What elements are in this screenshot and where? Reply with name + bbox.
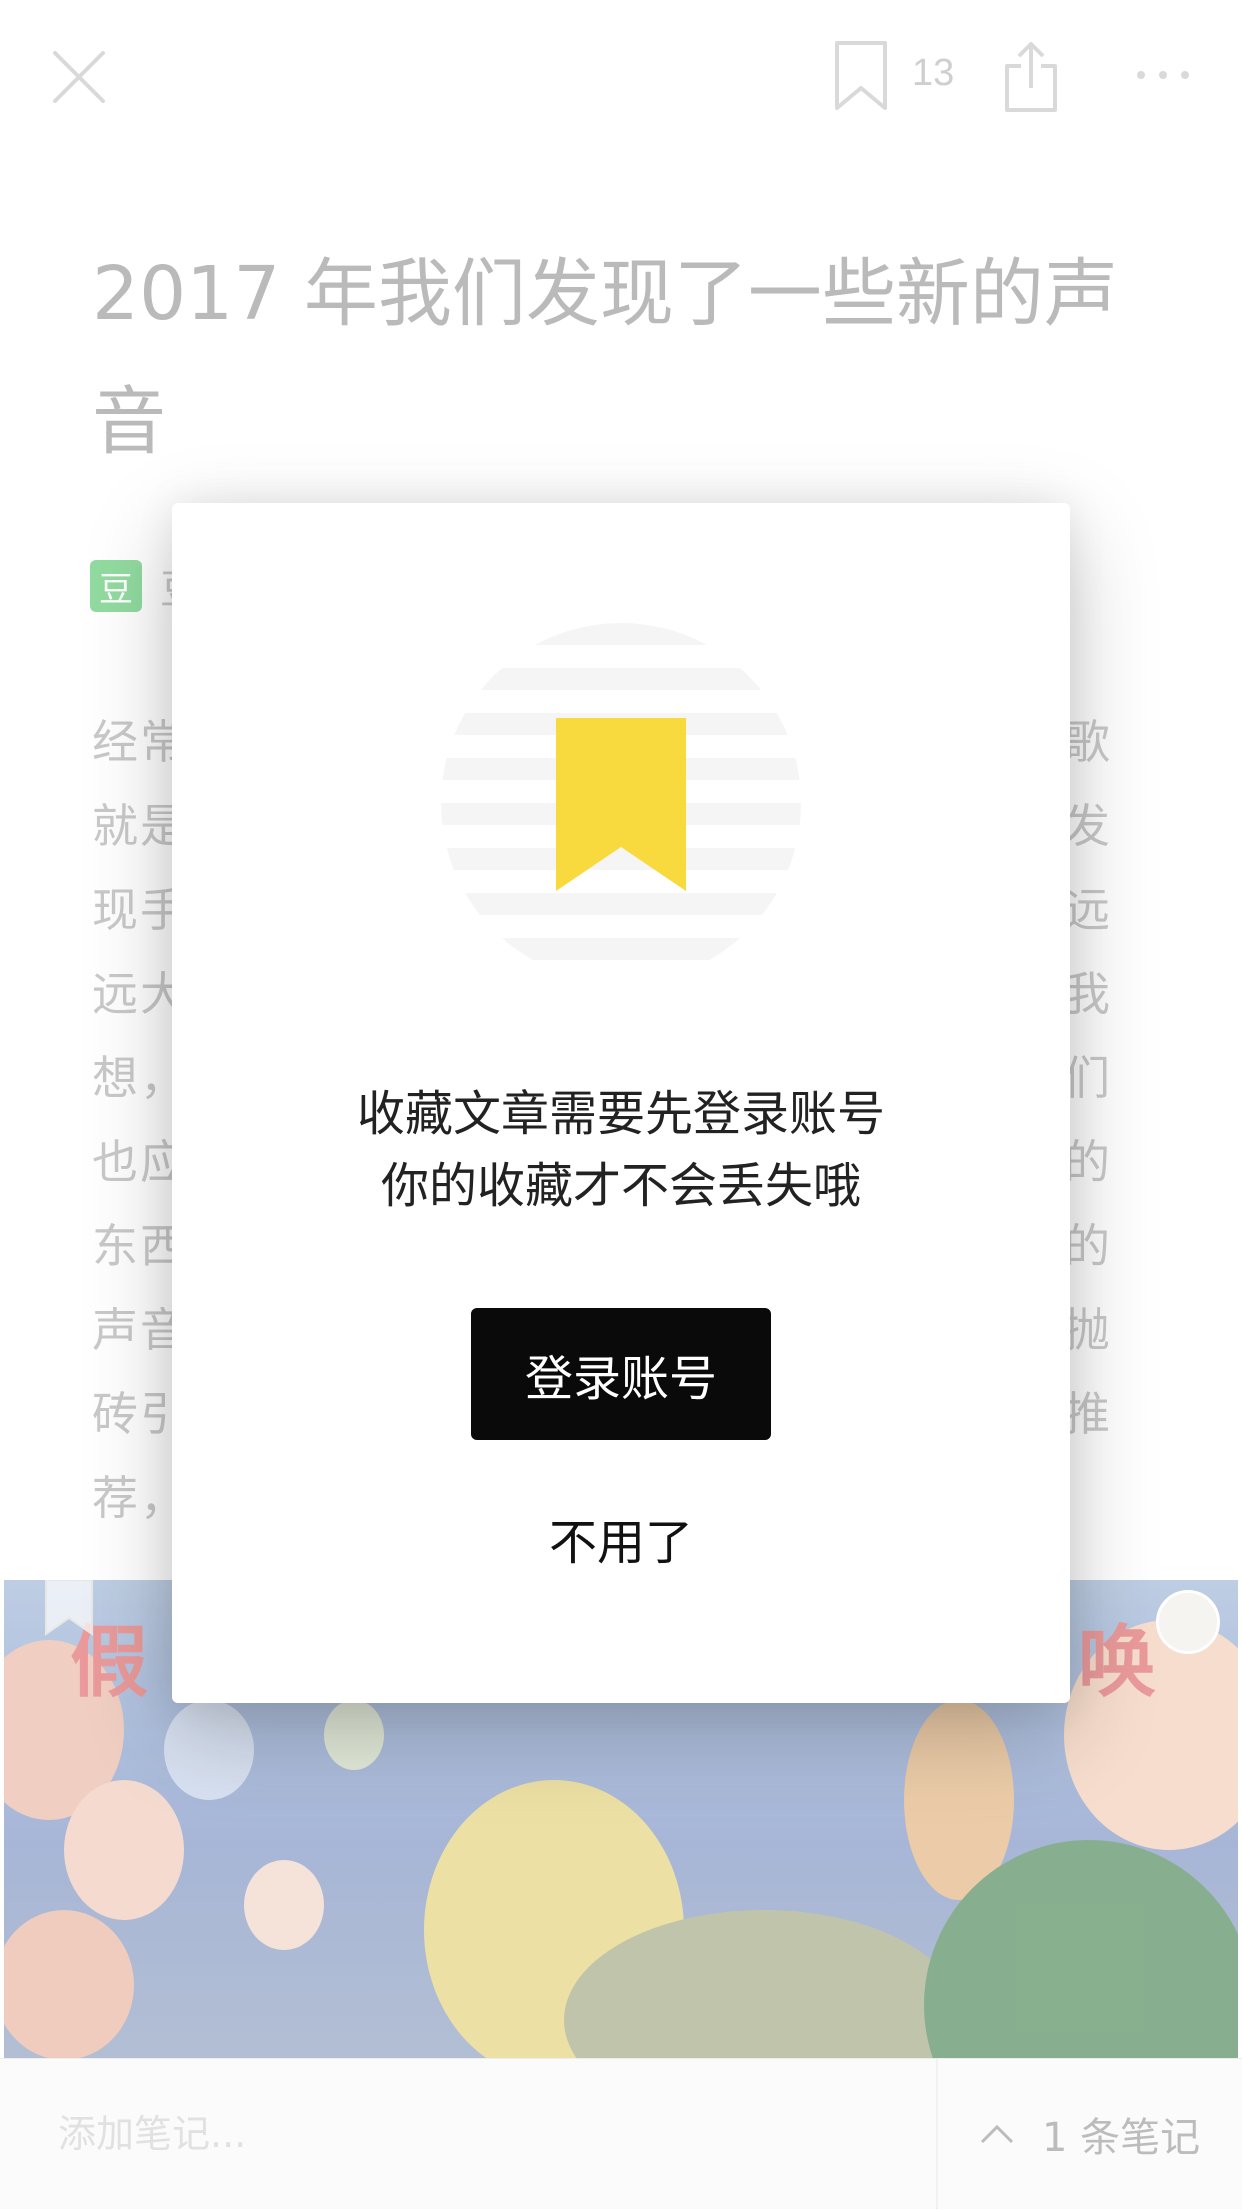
dialog-message-line1: 收藏文章需要先登录账号 (356, 1086, 885, 1142)
bookmark-illustration-icon (441, 623, 801, 983)
login-button[interactable]: 登录账号 (471, 1308, 771, 1440)
dialog-message-line2: 你的收藏才不会丢失哦 (380, 1158, 861, 1214)
dialog-message: 收藏文章需要先登录账号 你的收藏才不会丢失哦 (172, 1078, 1070, 1222)
decline-button[interactable]: 不用了 (521, 1498, 721, 1578)
login-prompt-dialog: 收藏文章需要先登录账号 你的收藏才不会丢失哦 登录账号 不用了 (172, 503, 1070, 1703)
